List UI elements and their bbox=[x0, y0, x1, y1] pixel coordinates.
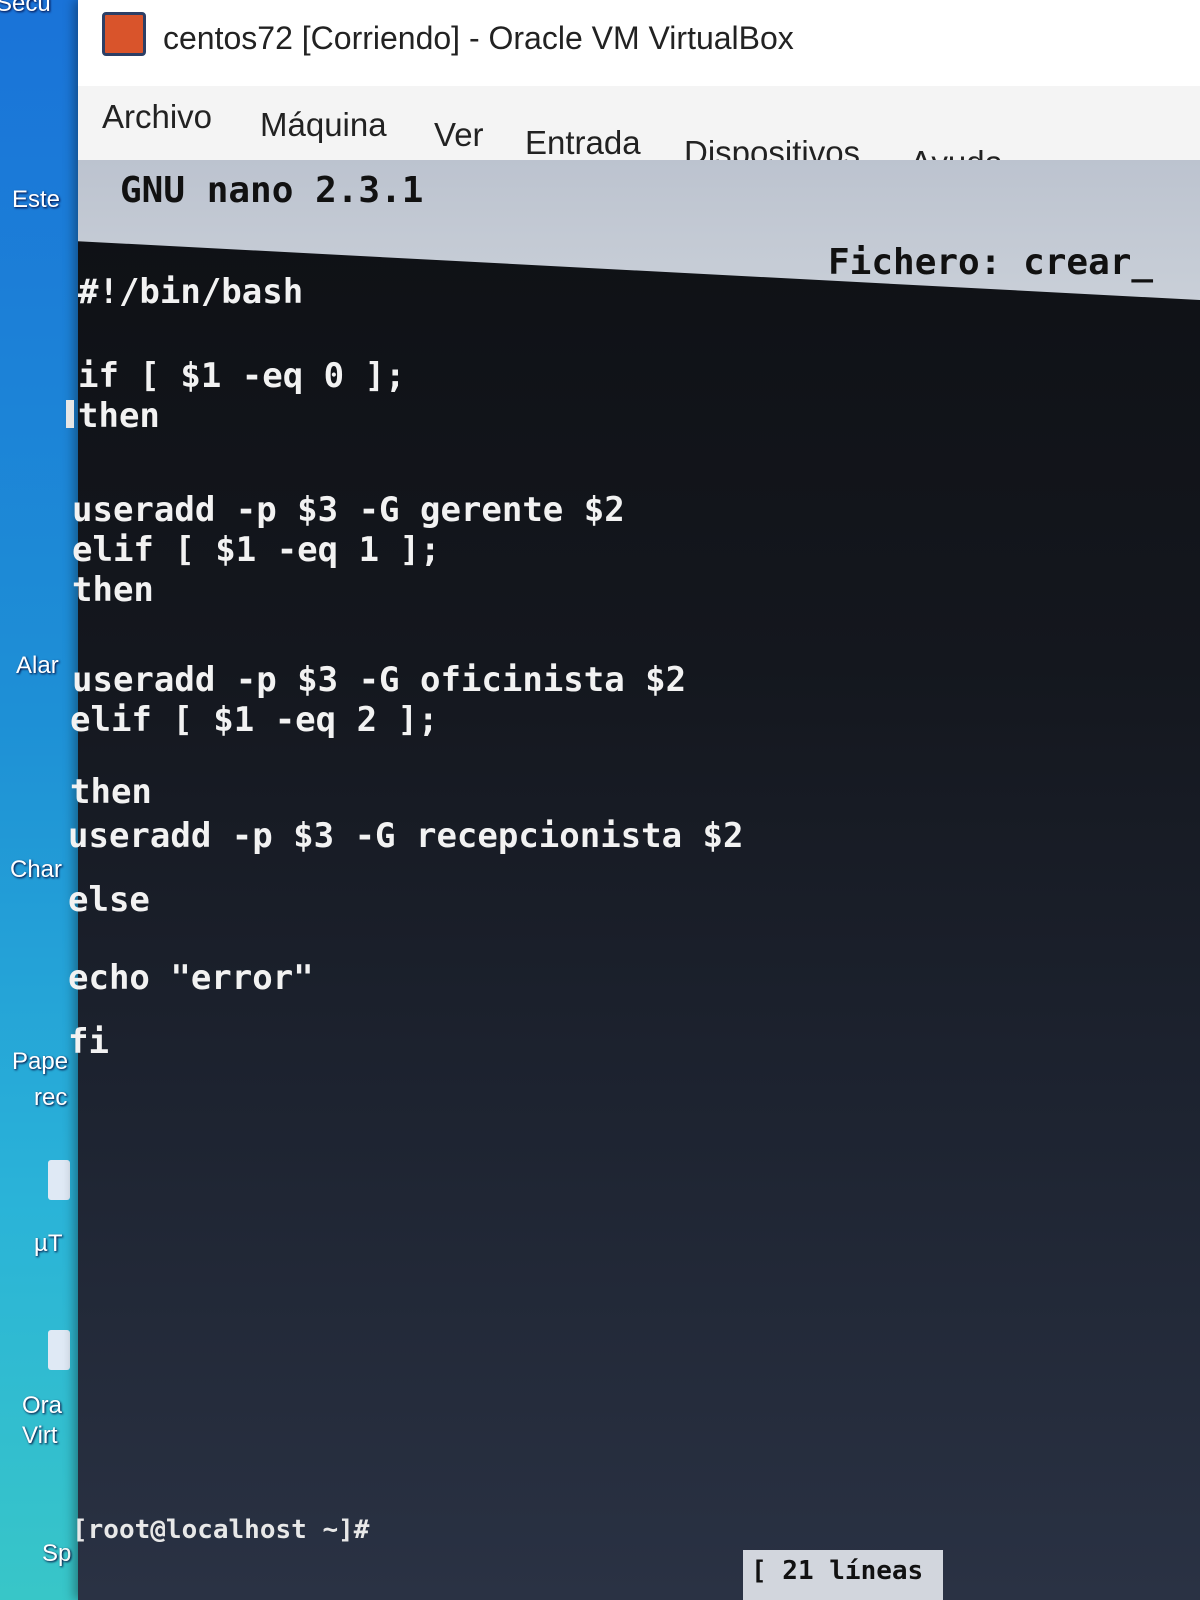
desktop-label-pape[interactable]: Pape bbox=[12, 1048, 68, 1076]
code-line-6: then bbox=[72, 570, 154, 610]
code-line-5: elif [ $1 -eq 1 ]; bbox=[72, 530, 441, 570]
desktop-label-virt[interactable]: Virt bbox=[22, 1422, 58, 1450]
code-line-1: #!/bin/bash bbox=[78, 272, 304, 312]
desktop-label-ut[interactable]: µT bbox=[34, 1230, 63, 1258]
code-line-4: useradd -p $3 -G gerente $2 bbox=[72, 490, 625, 530]
utorrent-icon[interactable] bbox=[48, 1160, 70, 1200]
code-line-11: else bbox=[68, 880, 150, 920]
code-line-3: then bbox=[78, 396, 160, 436]
vm-terminal[interactable]: GNU nano 2.3.1 Fichero: crear_ #!/bin/ba… bbox=[66, 160, 1200, 1600]
virtualbox-app-icon bbox=[102, 12, 146, 56]
menu-maquina[interactable]: Máquina bbox=[260, 106, 387, 144]
desktop-label-secu[interactable]: Secu bbox=[0, 0, 51, 18]
text-cursor bbox=[66, 400, 74, 428]
code-line-8: elif [ $1 -eq 2 ]; bbox=[70, 700, 439, 740]
menu-bar: Archivo Máquina Ver Entrada Dispositivos… bbox=[78, 86, 1200, 181]
desktop-label-rec[interactable]: rec bbox=[34, 1084, 67, 1112]
desktop-label-ora[interactable]: Ora bbox=[22, 1392, 62, 1420]
nano-filename: Fichero: crear_ bbox=[828, 242, 1154, 283]
nano-status-text: [ 21 líneas bbox=[751, 1556, 924, 1586]
menu-entrada[interactable]: Entrada bbox=[525, 124, 641, 162]
menu-ver[interactable]: Ver bbox=[434, 116, 484, 154]
code-line-13: fi bbox=[68, 1022, 109, 1062]
desktop-label-char[interactable]: Char bbox=[10, 856, 62, 884]
code-line-2: if [ $1 -eq 0 ]; bbox=[78, 356, 406, 396]
window-title: centos72 [Corriendo] - Oracle VM Virtual… bbox=[163, 20, 794, 56]
nano-status-bar: [ 21 líneas bbox=[743, 1550, 943, 1600]
code-line-10: useradd -p $3 -G recepcionista $2 bbox=[68, 816, 744, 856]
code-line-9: then bbox=[70, 772, 152, 812]
code-line-12: echo "error" bbox=[68, 958, 314, 998]
virtualbox-icon[interactable] bbox=[48, 1330, 70, 1370]
virtualbox-window: centos72 [Corriendo] - Oracle VM Virtual… bbox=[66, 0, 1200, 1600]
nano-version: GNU nano 2.3.1 bbox=[120, 170, 424, 211]
desktop-label-este[interactable]: Este bbox=[12, 186, 60, 214]
code-line-7: useradd -p $3 -G oficinista $2 bbox=[72, 660, 687, 700]
desktop-label-alar[interactable]: Alar bbox=[16, 652, 59, 680]
desktop-label-sp[interactable]: Sp bbox=[42, 1540, 71, 1568]
shell-prompt: [root@localhost ~]# bbox=[72, 1515, 370, 1545]
menu-archivo[interactable]: Archivo bbox=[102, 98, 212, 136]
window-titlebar[interactable]: centos72 [Corriendo] - Oracle VM Virtual… bbox=[78, 0, 1200, 86]
